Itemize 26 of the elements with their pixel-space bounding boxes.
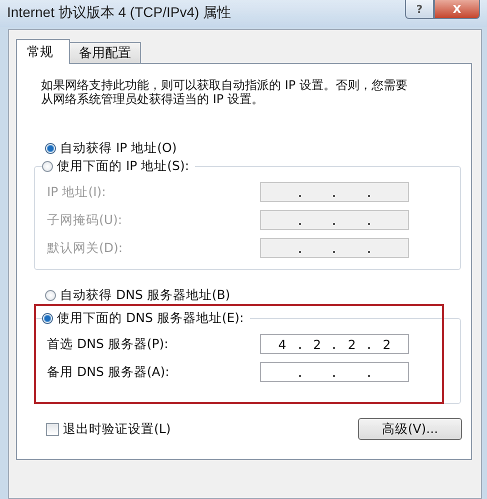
advanced-button[interactable]: 高级(V)... (358, 418, 462, 440)
radio-label: 自动获得 DNS 服务器地址(B) (60, 286, 230, 304)
tab[interactable]: 备用配置 (69, 42, 141, 63)
ip-address-field[interactable] (260, 362, 409, 382)
radio-label: 自动获得 IP 地址(O) (60, 140, 177, 156)
radio-button[interactable] (45, 142, 56, 154)
radio-label: 使用下面的 DNS 服务器地址(E): (57, 310, 244, 326)
ip-address-field[interactable] (260, 210, 409, 230)
radio-label: 使用下面的 IP 地址(S): (57, 158, 190, 174)
field-label: 子网掩码(U): (47, 212, 122, 228)
ip-address-field[interactable]: 4 2 2 2 (260, 334, 409, 354)
field-label: 首选 DNS 服务器(P): (47, 336, 168, 352)
checkbox-label: 退出时验证设置(L) (63, 420, 171, 438)
field-label: IP 地址(I): (47, 184, 106, 200)
field-label: 默认网关(D): (47, 240, 123, 256)
ip-address-field[interactable] (260, 238, 409, 258)
help-button[interactable]: ? (405, 0, 434, 19)
tab[interactable]: 常规 (16, 39, 70, 64)
ip-address-field[interactable] (260, 182, 409, 202)
radio-button[interactable] (45, 290, 56, 300)
checkbox[interactable] (46, 422, 59, 436)
radio-button[interactable] (42, 160, 53, 172)
window-title: Internet 协议版本 4 (TCP/IPv4) 属性 (7, 3, 232, 22)
field-label: 备用 DNS 服务器(A): (47, 364, 170, 380)
description-text: 如果网络支持此功能，则可以获取自动指派的 IP 设置。否则，您需要从网络系统管理员处获得适当的 IP 设置。 (41, 78, 408, 106)
radio-button[interactable] (42, 312, 53, 324)
